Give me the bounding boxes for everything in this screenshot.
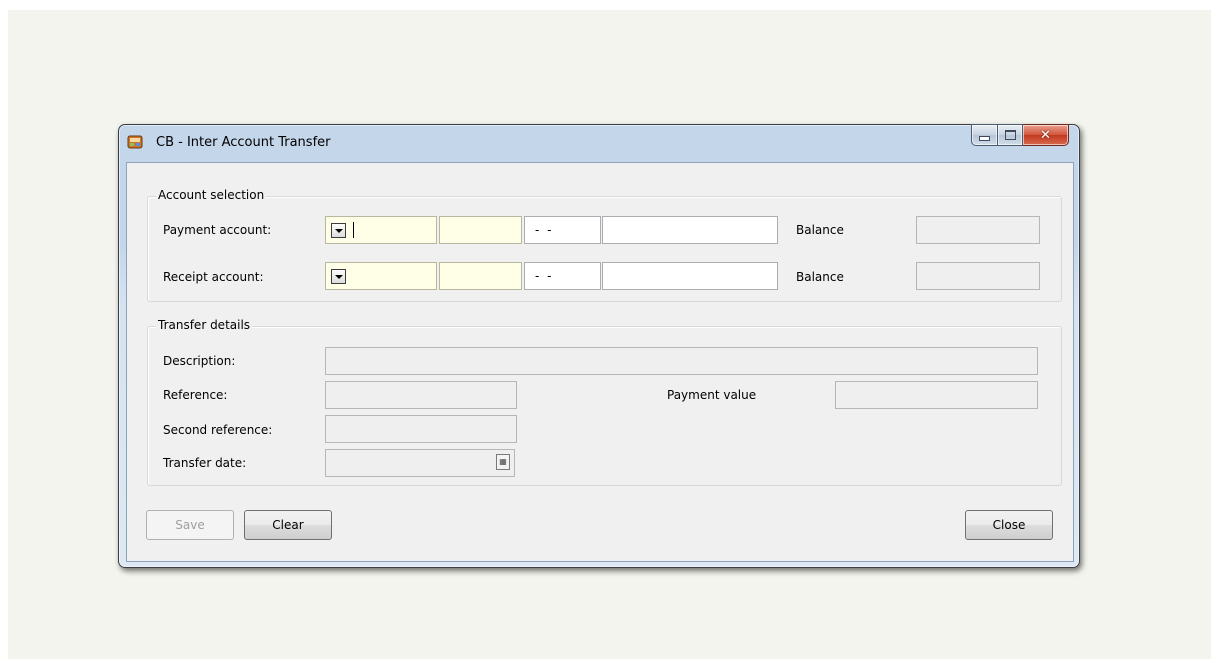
receipt-account-label: Receipt account:	[163, 270, 264, 284]
second-reference-field	[325, 415, 517, 443]
receipt-account-date-field[interactable]: - -	[524, 262, 601, 290]
clear-button[interactable]: Clear	[244, 510, 332, 540]
payment-account-dropdown-button[interactable]	[331, 223, 346, 238]
maximize-button[interactable]	[997, 124, 1023, 146]
window-controls: ✕	[971, 124, 1069, 146]
payment-balance-label: Balance	[796, 223, 844, 237]
reference-field	[325, 381, 517, 409]
dialog-client-area: Account selection Payment account: - - B…	[126, 162, 1074, 562]
close-window-button[interactable]: ✕	[1023, 124, 1069, 146]
maximize-icon	[1004, 130, 1016, 140]
app-icon	[127, 135, 143, 149]
receipt-account-subcode-input[interactable]	[439, 262, 522, 290]
close-icon: ✕	[1040, 127, 1051, 143]
window-title: CB - Inter Account Transfer	[156, 135, 331, 150]
payment-balance-field	[916, 216, 1040, 244]
minimize-icon	[979, 136, 990, 141]
minimize-button[interactable]	[971, 124, 997, 146]
reference-label: Reference:	[163, 388, 228, 402]
transfer-date-field	[325, 449, 515, 477]
save-button[interactable]: Save	[146, 510, 234, 540]
receipt-balance-field	[916, 262, 1040, 290]
inter-account-transfer-window: CB - Inter Account Transfer ✕ Account se…	[118, 124, 1080, 568]
payment-account-label: Payment account:	[163, 223, 272, 237]
text-cursor	[353, 222, 354, 238]
account-selection-legend: Account selection	[156, 188, 267, 202]
calendar-icon[interactable]: ▦	[496, 454, 510, 470]
receipt-account-dropdown-button[interactable]	[331, 269, 346, 284]
chevron-down-icon	[334, 274, 343, 279]
chevron-down-icon	[334, 228, 343, 233]
title-bar[interactable]: CB - Inter Account Transfer ✕	[119, 124, 1079, 162]
receipt-account-name-field[interactable]	[602, 262, 778, 290]
second-reference-label: Second reference:	[163, 423, 273, 437]
payment-value-label: Payment value	[667, 388, 757, 402]
payment-account-subcode-input[interactable]	[439, 216, 522, 244]
payment-account-name-field[interactable]	[602, 216, 778, 244]
description-field	[325, 347, 1038, 375]
transfer-date-label: Transfer date:	[163, 456, 247, 470]
description-label: Description:	[163, 354, 236, 368]
payment-value-field	[835, 381, 1038, 409]
payment-account-date-field[interactable]: - -	[524, 216, 601, 244]
close-button[interactable]: Close	[965, 510, 1053, 540]
receipt-balance-label: Balance	[796, 270, 844, 284]
transfer-details-legend: Transfer details	[156, 318, 253, 332]
